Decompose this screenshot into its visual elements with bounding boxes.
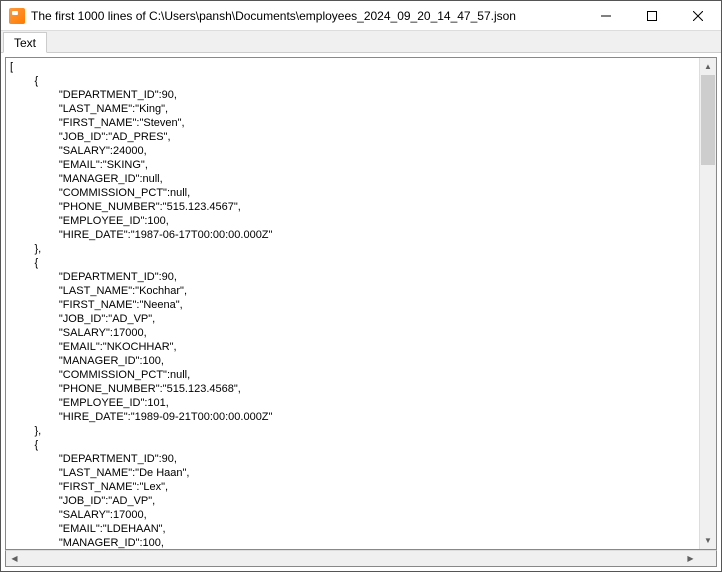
close-button[interactable] bbox=[675, 1, 721, 30]
titlebar[interactable]: The first 1000 lines of C:\Users\pansh\D… bbox=[1, 1, 721, 31]
scroll-right-button[interactable]: ▶ bbox=[682, 551, 699, 566]
scroll-down-button[interactable]: ▼ bbox=[700, 532, 716, 549]
window-title: The first 1000 lines of C:\Users\pansh\D… bbox=[31, 9, 583, 23]
tab-text[interactable]: Text bbox=[3, 32, 47, 53]
text-viewer: [ { "DEPARTMENT_ID":90, "LAST_NAME":"Kin… bbox=[5, 57, 717, 550]
content-area: [ { "DEPARTMENT_ID":90, "LAST_NAME":"Kin… bbox=[1, 53, 721, 571]
scroll-left-button[interactable]: ◀ bbox=[6, 551, 23, 566]
close-icon bbox=[693, 11, 703, 21]
app-window: The first 1000 lines of C:\Users\pansh\D… bbox=[0, 0, 722, 572]
window-controls bbox=[583, 1, 721, 30]
scroll-up-button[interactable]: ▲ bbox=[700, 58, 716, 75]
minimize-button[interactable] bbox=[583, 1, 629, 30]
file-text[interactable]: [ { "DEPARTMENT_ID":90, "LAST_NAME":"Kin… bbox=[6, 58, 699, 549]
minimize-icon bbox=[601, 11, 611, 21]
vertical-scroll-thumb[interactable] bbox=[701, 75, 715, 165]
app-icon bbox=[9, 8, 25, 24]
vertical-scrollbar[interactable]: ▲ ▼ bbox=[699, 58, 716, 549]
scroll-corner bbox=[699, 551, 716, 566]
maximize-icon bbox=[647, 11, 657, 21]
maximize-button[interactable] bbox=[629, 1, 675, 30]
horizontal-scrollbar[interactable]: ◀ ▶ bbox=[5, 550, 717, 567]
tabstrip: Text bbox=[1, 31, 721, 53]
